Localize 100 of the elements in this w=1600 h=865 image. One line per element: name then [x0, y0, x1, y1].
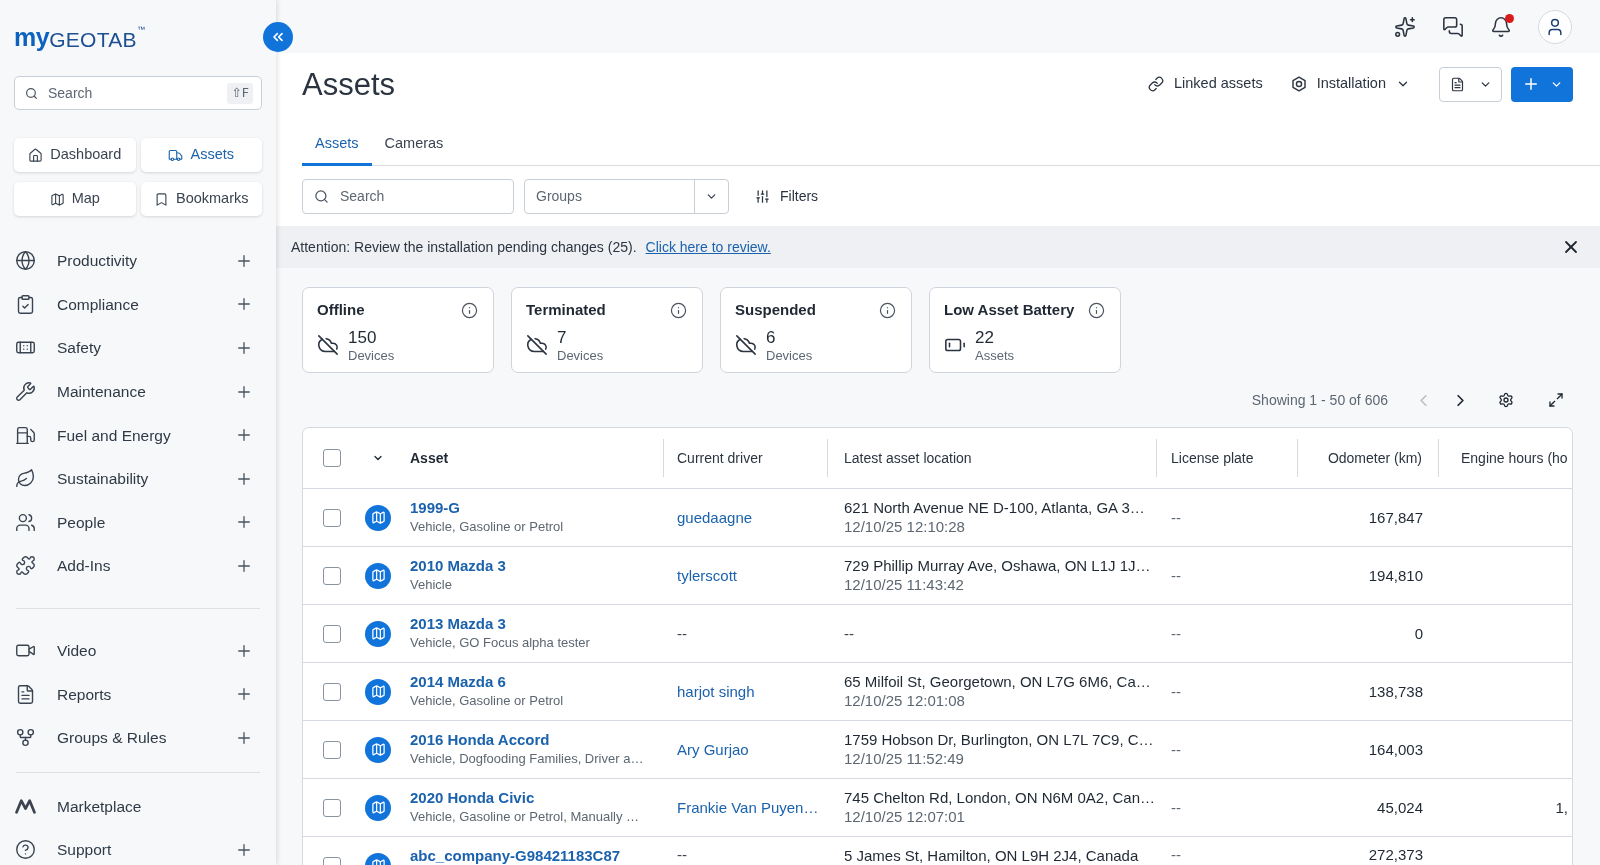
- wrench-icon: [15, 381, 36, 403]
- globe-icon: [15, 250, 36, 272]
- driver-link[interactable]: harjot singh: [677, 681, 755, 702]
- asset-type: Vehicle, GO Focus alpha tester: [410, 634, 591, 652]
- column-header[interactable]: Odometer (km): [1327, 447, 1422, 469]
- driver-link[interactable]: guedaagne: [677, 507, 753, 528]
- quick-link[interactable]: Dashboard: [14, 138, 136, 172]
- nav-item[interactable]: Groups & Rules: [15, 726, 235, 750]
- summary-card[interactable]: Suspended 6 Devices: [720, 287, 912, 373]
- quick-link[interactable]: Bookmarks: [140, 182, 262, 216]
- expand-icon[interactable]: [1548, 392, 1564, 408]
- sparkle-icon[interactable]: [1394, 15, 1416, 38]
- tab[interactable]: Cameras: [371, 125, 457, 166]
- checkbox[interactable]: [323, 798, 341, 817]
- driver-cell: --: [677, 623, 687, 644]
- location-text: 65 Milfoil St, Georgetown, ON L7G 6M6, Ca…: [844, 672, 1152, 692]
- table-cell: 0: [1414, 623, 1423, 644]
- location-text: 1759 Hobson Dr, Burlington, ON L7L 7C9, C…: [844, 730, 1155, 750]
- info-icon[interactable]: [1088, 301, 1105, 319]
- user-avatar-icon[interactable]: [1538, 9, 1572, 44]
- map-icon: [365, 678, 391, 705]
- info-icon[interactable]: [879, 301, 896, 319]
- filters-button[interactable]: Filters: [749, 178, 825, 214]
- table-cell: --: [1171, 739, 1181, 760]
- nav-item[interactable]: Video: [15, 638, 235, 663]
- nav-item[interactable]: Maintenance: [15, 379, 235, 404]
- plus-icon[interactable]: [235, 339, 253, 357]
- settings-icon[interactable]: [1498, 392, 1514, 408]
- nav-item[interactable]: Marketplace: [15, 794, 253, 818]
- location-text: 621 North Avenue NE D-100, Atlanta, GA 3…: [844, 498, 1146, 518]
- asset-link[interactable]: 2010 Mazda 3: [410, 556, 506, 576]
- asset-link[interactable]: abc_company-G98421183C87: [410, 846, 621, 865]
- linked-assets-button[interactable]: Linked assets: [1140, 66, 1271, 102]
- document-icon: [1449, 76, 1465, 92]
- summary-card[interactable]: Low Asset Battery 22 Assets: [929, 287, 1121, 373]
- summary-card[interactable]: Terminated 7 Devices: [511, 287, 703, 373]
- column-header[interactable]: Asset: [410, 447, 449, 469]
- asset-link[interactable]: 2014 Mazda 6: [410, 672, 506, 692]
- card-count: 150: [348, 326, 378, 348]
- timestamp: 12/10/25 11:43:42: [844, 576, 965, 594]
- table-cell: 194,810: [1368, 565, 1423, 586]
- summary-card[interactable]: Offline 150 Devices: [302, 287, 494, 373]
- info-icon[interactable]: [670, 301, 687, 319]
- nav-item[interactable]: Add-Ins: [15, 554, 235, 578]
- card-title: Suspended: [735, 300, 816, 320]
- table-cell: --: [1171, 565, 1181, 586]
- truck-icon: [168, 147, 184, 163]
- nav-item[interactable]: People: [15, 510, 235, 534]
- column-header[interactable]: License plate: [1171, 447, 1254, 469]
- checkbox[interactable]: [323, 508, 341, 527]
- nav-item[interactable]: Sustainability: [15, 467, 235, 491]
- add-menu-button[interactable]: [1511, 66, 1573, 102]
- driver-cell: --: [677, 845, 687, 865]
- document-icon: [15, 683, 36, 705]
- table-cell: 138,738: [1368, 681, 1423, 702]
- map-icon: [365, 736, 391, 763]
- nav-item[interactable]: Safety: [15, 336, 235, 360]
- table-cell: 45,024: [1377, 797, 1423, 818]
- column-header[interactable]: Current driver: [677, 447, 763, 469]
- nav-item[interactable]: Fuel and Energy: [15, 423, 235, 447]
- asset-link[interactable]: 2020 Honda Civic: [410, 788, 535, 808]
- checkbox[interactable]: [323, 449, 341, 467]
- map-icon: [365, 562, 391, 589]
- checkbox[interactable]: [323, 682, 341, 701]
- clipboard-check-icon: [15, 293, 36, 315]
- bell-icon[interactable]: [1490, 15, 1512, 38]
- table-cell: 272,373: [1368, 845, 1423, 865]
- nav-item[interactable]: Support: [15, 838, 235, 862]
- nav-item[interactable]: Compliance: [15, 292, 235, 316]
- export-menu-button[interactable]: [1439, 66, 1502, 102]
- search-icon: [314, 188, 329, 204]
- table-cell: 1,: [1555, 797, 1568, 818]
- location-text: --: [844, 623, 855, 644]
- cloud-off-icon: [735, 334, 757, 357]
- info-icon[interactable]: [461, 301, 478, 319]
- asset-link[interactable]: 1999-G: [410, 498, 461, 518]
- checkbox[interactable]: [323, 740, 341, 759]
- checkbox[interactable]: [323, 624, 341, 643]
- driver-link[interactable]: tylerscott: [677, 565, 737, 586]
- groups-dropdown[interactable]: Groups: [524, 178, 729, 214]
- asset-type: Vehicle, Dogfooding Families, Driver a…: [410, 750, 645, 768]
- driver-link[interactable]: Ary Gurjao: [677, 739, 749, 760]
- driver-link[interactable]: Frankie Van Puyen…: [677, 797, 819, 818]
- column-header[interactable]: Engine hours (ho: [1461, 447, 1568, 469]
- nav-item[interactable]: Reports: [15, 682, 235, 706]
- review-link[interactable]: Click here to review.: [645, 238, 771, 255]
- nav-item[interactable]: Productivity: [15, 249, 235, 273]
- card-title: Terminated: [526, 300, 606, 320]
- tab[interactable]: Assets: [302, 125, 372, 166]
- search-field[interactable]: Search: [302, 178, 514, 214]
- asset-link[interactable]: 2013 Mazda 3: [410, 614, 506, 634]
- column-header[interactable]: Latest asset location: [844, 447, 972, 469]
- installation-menu-button[interactable]: Installation: [1282, 66, 1418, 102]
- chat-icon[interactable]: [1442, 15, 1464, 38]
- asset-link[interactable]: 2016 Honda Accord: [410, 730, 550, 750]
- collapse-button[interactable]: [263, 22, 293, 52]
- checkbox[interactable]: [323, 566, 341, 585]
- quick-link[interactable]: Assets: [140, 138, 262, 172]
- page-title: Assets: [302, 68, 396, 100]
- quick-link[interactable]: Map: [14, 182, 136, 216]
